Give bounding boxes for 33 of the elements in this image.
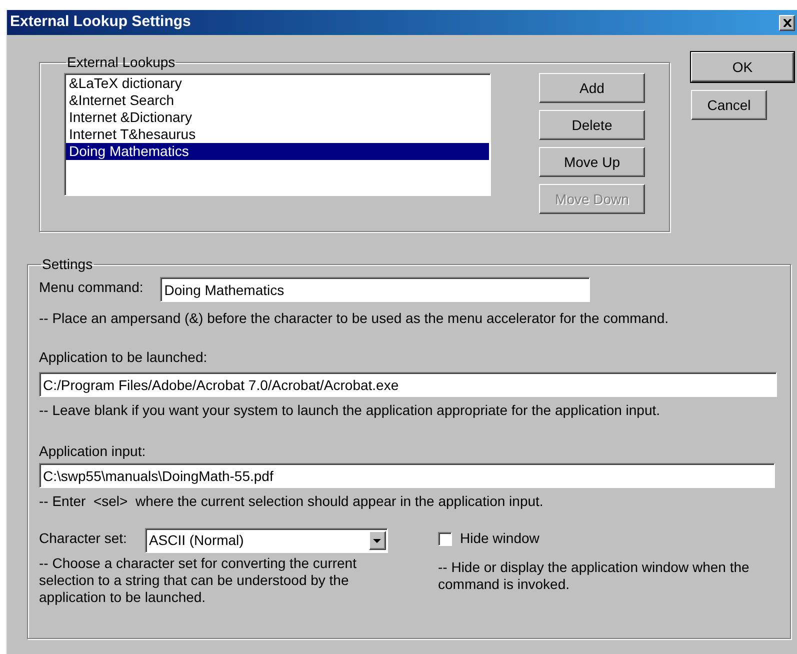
hint-text: -- Enter <sel> where the current selection should appear in the application input. <box>39 492 544 511</box>
group-label: Settings <box>41 255 94 274</box>
hint-text: -- Place an ampersand (&) before the character to be used as the menu accelerator for the command. <box>39 309 670 328</box>
dialog-button[interactable]: Cancel <box>691 90 767 120</box>
list-item[interactable]: Internet T&hesaurus <box>66 126 489 143</box>
dialog-button[interactable]: OK <box>691 52 794 82</box>
checkbox[interactable] <box>438 532 452 546</box>
application-input-field[interactable]: C:\swp55\manuals\DoingMath-55.pdf <box>39 463 775 488</box>
list-action-button[interactable]: Add <box>539 73 645 103</box>
field-label: Menu command: <box>39 278 144 297</box>
application-field[interactable]: C:/Program Files/Adobe/Acrobat 7.0/Acrobat/Acrobat.exe <box>39 372 777 397</box>
checkbox-label: Hide window <box>460 529 540 548</box>
field-label: Application input: <box>39 442 147 461</box>
hint-text: -- Leave blank if you want your system to launch the application appropriate for the application input. <box>39 401 662 420</box>
list-item[interactable]: &Internet Search <box>66 92 489 109</box>
window-title: External Lookup Settings <box>10 12 191 32</box>
list-item[interactable]: Internet &Dictionary <box>66 109 489 126</box>
list-item[interactable]: Doing Mathematics <box>66 143 489 160</box>
lookup-list[interactable]: &LaTeX dictionary &Internet Search Internet &Dictionary Internet T&hesaurus Doing Mathematics <box>64 73 491 196</box>
hint-text: -- Choose a character set for converting the current selection to a string that can be understood by the application to be launched. <box>39 555 358 606</box>
list-action-button[interactable]: Delete <box>539 110 645 140</box>
close-icon <box>782 18 792 26</box>
menu-command-field[interactable]: Doing Mathematics <box>160 277 590 302</box>
list-item[interactable]: &LaTeX dictionary <box>66 75 489 92</box>
field-label: Application to be launched: <box>39 348 208 367</box>
group-label: External Lookups <box>66 53 176 72</box>
list-action-button[interactable]: Move Up <box>539 147 645 177</box>
dropdown-button[interactable] <box>368 531 386 550</box>
hint-text: -- Hide or display the application window when the command is invoked. <box>438 559 750 593</box>
field-label: Character set: <box>39 529 127 548</box>
close-button[interactable] <box>779 14 795 30</box>
character-set-dropdown[interactable]: ASCII (Normal) <box>144 528 388 553</box>
caret-icon <box>373 538 382 542</box>
